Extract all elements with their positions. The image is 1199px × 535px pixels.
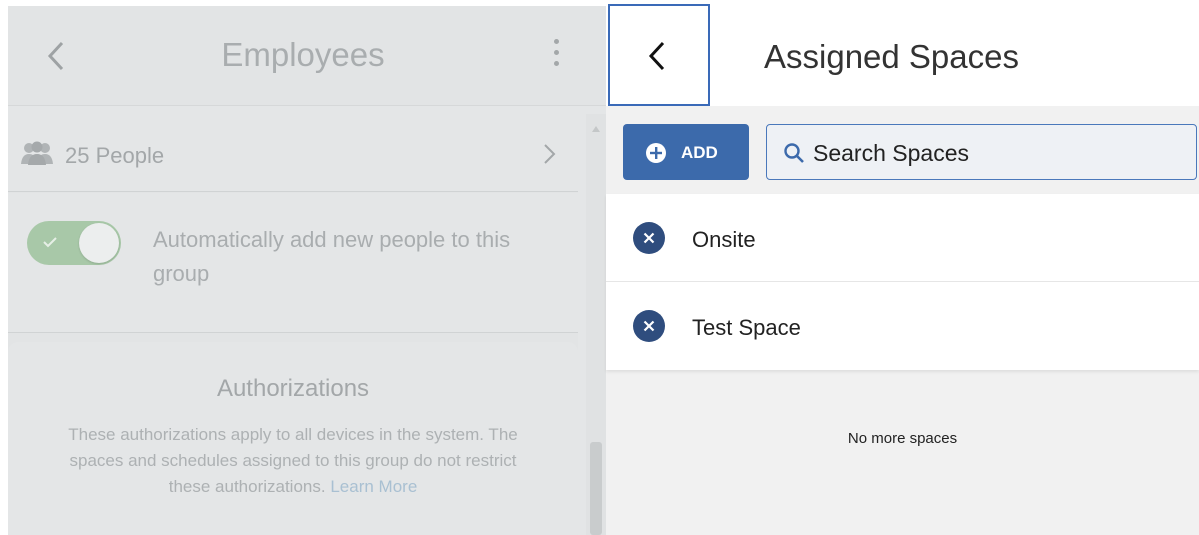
- employees-header: Employees: [8, 6, 606, 106]
- scrollbar-thumb[interactable]: [590, 442, 602, 535]
- auto-add-row: Automatically add new people to this gro…: [8, 193, 578, 333]
- more-options-icon[interactable]: [549, 39, 563, 73]
- toggle-knob: [79, 223, 119, 263]
- back-button[interactable]: [608, 4, 710, 106]
- add-button-label: ADD: [681, 143, 718, 162]
- people-row[interactable]: 25 People: [8, 114, 578, 192]
- authorizations-card: Authorizations These authorizations appl…: [8, 342, 578, 535]
- authorizations-title: Authorizations: [216, 375, 370, 402]
- add-button[interactable]: ADD: [623, 124, 749, 180]
- authorizations-description-text: These authorizations apply to all device…: [68, 425, 518, 496]
- page-title: Employees: [221, 36, 385, 73]
- learn-more-link[interactable]: Learn More: [330, 477, 417, 496]
- search-input[interactable]: [813, 139, 1183, 167]
- check-icon: [41, 233, 59, 251]
- people-count: 25 People: [65, 143, 165, 168]
- plus-circle-icon: [645, 142, 667, 164]
- assigned-spaces-title: Assigned Spaces: [764, 38, 1019, 75]
- chevron-right-icon: [542, 142, 558, 166]
- remove-icon[interactable]: [633, 310, 665, 342]
- space-name: Test Space: [692, 315, 801, 340]
- toolbar: ADD: [606, 106, 1199, 194]
- assigned-spaces-panel: Assigned Spaces ADD Search Spaces Onsite…: [606, 0, 1199, 535]
- employees-content: 25 People Automatically add new people t…: [8, 114, 578, 535]
- back-icon: [648, 41, 665, 71]
- people-icon: [20, 141, 54, 165]
- list-item: Test Space: [606, 282, 1199, 370]
- scroll-up-icon[interactable]: [591, 120, 601, 132]
- scrollbar[interactable]: [586, 114, 606, 535]
- auto-add-label: Automatically add new people to this gro…: [153, 227, 511, 286]
- assigned-spaces-header: Assigned Spaces: [606, 0, 1199, 106]
- list-item: Onsite: [606, 194, 1199, 282]
- employees-panel: Employees 25 People Automatically add ne…: [8, 6, 606, 535]
- authorizations-description: These authorizations apply to all device…: [48, 422, 538, 500]
- search-box[interactable]: [766, 124, 1197, 180]
- auto-add-toggle[interactable]: [27, 221, 121, 265]
- search-icon: [783, 142, 805, 164]
- spaces-list: Onsite Test Space: [606, 194, 1199, 370]
- empty-message: No more spaces: [847, 430, 958, 447]
- space-name: Onsite: [692, 227, 756, 252]
- back-icon[interactable]: [42, 38, 72, 74]
- remove-icon[interactable]: [633, 222, 665, 254]
